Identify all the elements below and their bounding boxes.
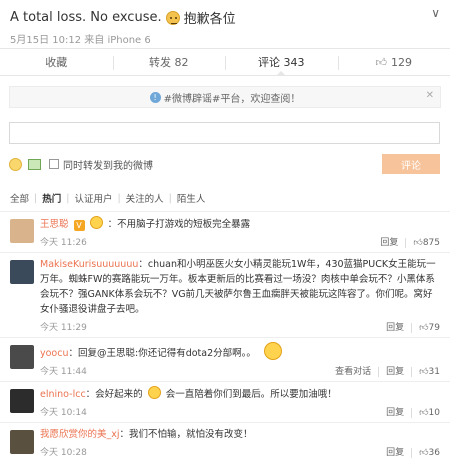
comment-list: 王思聪 V ：不用脑子打游戏的短板完全暴露 今天 11:26 回复 👍︎875 … bbox=[0, 211, 450, 458]
comment-text-part-1: ：会好起来的 bbox=[85, 389, 143, 400]
comment-like-button[interactable]: 👍︎31 bbox=[419, 365, 440, 380]
like-button[interactable]: 👍︎ 129 bbox=[337, 49, 450, 75]
composer-toolbar: 同时转发到我的微博 评论 bbox=[0, 144, 450, 184]
comment-like-button[interactable]: 👍︎79 bbox=[419, 321, 440, 336]
reply-button[interactable]: 回复 bbox=[386, 446, 404, 458]
thumbs-up-icon: 👍︎ bbox=[413, 237, 423, 248]
comment-time: 今天 10:14 bbox=[40, 407, 87, 418]
comment-time: 今天 11:44 bbox=[40, 366, 87, 377]
comment-label: 评论 343 bbox=[258, 56, 305, 69]
collect-button[interactable]: 收藏 bbox=[0, 49, 113, 75]
repost-label: 转发 82 bbox=[149, 56, 189, 69]
comment-username[interactable]: MakiseKurisuuuuuuu bbox=[40, 259, 138, 270]
comment-item: 王思聪 V ：不用脑子打游戏的短板完全暴露 今天 11:26 回复 👍︎875 bbox=[0, 211, 450, 252]
thumbs-up-icon: 👍︎ bbox=[419, 447, 429, 458]
comment-text: ：不用脑子打游戏的短板完全暴露 bbox=[107, 219, 251, 230]
comment-item: MakiseKurisuuuuuuu：chuan和小明巫医火女小精灵能玩1W年，… bbox=[0, 252, 450, 337]
repost-button[interactable]: 转发 82 bbox=[112, 49, 226, 75]
emoji-picker-icon[interactable] bbox=[9, 157, 22, 171]
post-header: A total loss. No excuse. 抱歉各位 5月15日 10:1… bbox=[0, 0, 450, 48]
post-title: A total loss. No excuse. 抱歉各位 bbox=[10, 8, 440, 27]
thumbs-up-icon: 👍︎ bbox=[419, 407, 429, 418]
reply-button[interactable]: 回复 bbox=[386, 406, 404, 421]
post-actions-bar: 收藏 转发 82 评论 343 👍︎ 129 bbox=[0, 48, 450, 76]
avatar[interactable] bbox=[10, 389, 34, 413]
view-conversation-link[interactable]: 查看对话 bbox=[335, 365, 371, 380]
comment-like-button[interactable]: 👍︎36 bbox=[419, 446, 440, 458]
filter-verified[interactable]: 认证用户 bbox=[69, 191, 117, 205]
comment-text: ：我们不怕输，就怕没有改变！ bbox=[119, 429, 253, 440]
filter-following[interactable]: 关注的人 bbox=[121, 191, 169, 205]
close-icon[interactable]: ✕ bbox=[426, 90, 434, 101]
comment-username[interactable]: yoocu bbox=[40, 348, 69, 359]
notice-banner: ! #微博辟谣#平台，欢迎查阅！ ✕ bbox=[9, 86, 441, 108]
avatar[interactable] bbox=[10, 219, 34, 243]
comment-username[interactable]: 我愿欣赏你的美_xj bbox=[40, 429, 120, 440]
post-title-text: A total loss. No excuse. bbox=[10, 10, 162, 25]
thumbs-up-icon: 👍︎ bbox=[419, 366, 429, 377]
emoji-icon bbox=[147, 386, 161, 399]
comment-like-count: 79 bbox=[428, 322, 440, 333]
thumbs-up-icon: 👍︎ bbox=[419, 322, 429, 333]
comment-like-count: 875 bbox=[422, 237, 440, 248]
comment-item: yoocu：回复@王思聪:你还记得有dota2分部啊。。 今天 11:44 查看… bbox=[0, 337, 450, 381]
comment-like-button[interactable]: 👍︎10 bbox=[419, 406, 440, 421]
comment-like-count: 31 bbox=[428, 366, 440, 377]
verified-v-icon: V bbox=[73, 220, 85, 231]
filter-all[interactable]: 全部 bbox=[10, 191, 34, 205]
comment-filters: 全部 | 热门 | 认证用户 | 关注的人 | 陌生人 bbox=[0, 188, 450, 208]
collect-label: 收藏 bbox=[45, 56, 68, 69]
comment-like-count: 36 bbox=[428, 447, 440, 458]
repost-checkbox[interactable] bbox=[49, 159, 59, 169]
comment-time: 今天 11:29 bbox=[40, 322, 87, 333]
comment-like-button[interactable]: 👍︎875 bbox=[413, 236, 440, 251]
emoji-icon bbox=[263, 342, 282, 360]
filter-strangers[interactable]: 陌生人 bbox=[172, 191, 211, 205]
upset-emoji-icon bbox=[165, 10, 180, 25]
avatar[interactable] bbox=[10, 345, 34, 369]
emoji-icon bbox=[89, 216, 103, 229]
avatar[interactable] bbox=[10, 260, 34, 284]
image-upload-icon[interactable] bbox=[28, 158, 41, 170]
repost-checkbox-label: 同时转发到我的微博 bbox=[63, 160, 153, 172]
comment-text-part-2: 会一直陪着你们到最后。所以要加油哦！ bbox=[165, 389, 337, 400]
like-count: 129 bbox=[391, 55, 412, 69]
chevron-down-icon[interactable]: ∨ bbox=[431, 6, 440, 20]
reply-button[interactable]: 回复 bbox=[380, 236, 398, 251]
filter-hot[interactable]: 热门 bbox=[37, 191, 66, 205]
comment-like-count: 10 bbox=[428, 407, 440, 418]
comment-item: 我愿欣赏你的美_xj：我们不怕输，就怕没有改变！ 今天 10:28 回复 👍︎3… bbox=[0, 422, 450, 458]
avatar[interactable] bbox=[10, 430, 34, 454]
comment-time: 今天 10:28 bbox=[40, 447, 87, 458]
post-title-suffix: 抱歉各位 bbox=[183, 12, 236, 27]
info-icon: ! bbox=[149, 91, 161, 103]
thumbs-up-icon: 👍︎ bbox=[375, 55, 388, 69]
notice-text[interactable]: #微博辟谣#平台，欢迎查阅！ bbox=[164, 90, 301, 105]
comment-input[interactable] bbox=[9, 122, 440, 144]
reply-button[interactable]: 回复 bbox=[386, 321, 404, 336]
comment-username[interactable]: elnino-lcc bbox=[40, 389, 86, 400]
post-meta: 5月15日 10:12 来自 iPhone 6 bbox=[10, 35, 151, 46]
comment-item: elnino-lcc：会好起来的 会一直陪着你们到最后。所以要加油哦！ 今天 1… bbox=[0, 381, 450, 422]
comment-text: ：回复@王思聪:你还记得有dota2分部啊。。 bbox=[68, 348, 256, 359]
comment-username[interactable]: 王思聪 bbox=[40, 219, 69, 230]
comment-time: 今天 11:26 bbox=[40, 237, 87, 248]
submit-comment-button[interactable]: 评论 bbox=[382, 154, 440, 174]
reply-button[interactable]: 回复 bbox=[386, 365, 404, 380]
comment-tab[interactable]: 评论 343 bbox=[225, 49, 338, 75]
